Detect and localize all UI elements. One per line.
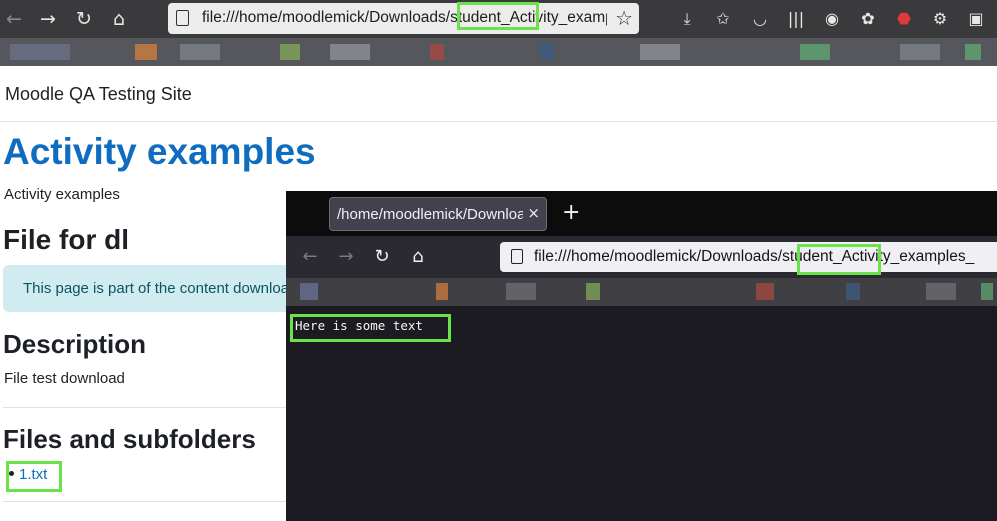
library-icon[interactable]: |||: [784, 5, 808, 33]
alert-text: This page is part of the content downloa…: [23, 280, 298, 297]
new-tab-icon[interactable]: +: [562, 200, 580, 225]
bookmarks-toolbar: [0, 38, 997, 66]
popup-tab[interactable]: /home/moodlemick/Downloads/student_Activ…: [329, 197, 547, 231]
info-alert: This page is part of the content downloa…: [3, 265, 303, 312]
extension-globe-icon[interactable]: ◉: [820, 5, 844, 33]
popup-content-area: Here is some text: [286, 306, 997, 521]
address-bar[interactable]: file:///home/moodlemick/Downloads/studen…: [168, 3, 639, 34]
download-icon[interactable]: ⤓: [675, 5, 699, 33]
popup-address-bar[interactable]: file:///home/moodlemick/Downloads/studen…: [500, 242, 997, 272]
popup-url-text[interactable]: file:///home/moodlemick/Downloads/studen…: [534, 248, 974, 266]
page-icon: [176, 10, 189, 26]
breadcrumb[interactable]: Activity examples: [4, 186, 120, 203]
highlight-box-popup-url: [797, 244, 881, 275]
bookmark-star-icon[interactable]: ☆: [615, 6, 633, 30]
browser-toolbar: ← → ↻ ⌂ file:///home/moodlemick/Download…: [0, 0, 997, 38]
header-divider: [0, 121, 997, 122]
site-name[interactable]: Moodle QA Testing Site: [5, 84, 192, 105]
home-icon[interactable]: ⌂: [105, 5, 133, 33]
popup-page-icon: [511, 249, 523, 264]
pocket-icon[interactable]: ◡: [748, 5, 772, 33]
popup-browser-window[interactable]: /home/moodlemick/Downloads/student_Activ…: [286, 191, 997, 521]
close-tab-icon[interactable]: ×: [527, 204, 540, 222]
popup-home-icon[interactable]: ⌂: [404, 243, 432, 271]
back-icon[interactable]: ←: [0, 5, 28, 33]
highlight-box-file: [6, 461, 62, 492]
url-text[interactable]: file:///home/moodlemick/Downloads/studen…: [202, 9, 607, 27]
highlight-box-text: [290, 314, 451, 342]
adblock-icon[interactable]: ⬣: [892, 5, 916, 33]
popup-reload-icon[interactable]: ↻: [368, 243, 396, 271]
popup-toolbar: ← → ↻ ⌂ file:///home/moodlemick/Download…: [286, 236, 997, 278]
popup-tab-title: /home/moodlemick/Downloads/student_Activ…: [337, 206, 523, 223]
popup-forward-icon[interactable]: →: [332, 243, 360, 271]
section-divider: [3, 501, 293, 502]
reading-list-icon[interactable]: ✩: [711, 5, 735, 33]
description-heading: Description: [3, 329, 147, 359]
profile-icon[interactable]: ▣: [964, 5, 988, 33]
popup-tab-bar: /home/moodlemick/Downloads/student_Activ…: [286, 191, 997, 236]
popup-bookmarks-toolbar: [286, 278, 997, 306]
activity-heading: File for dl: [3, 224, 129, 255]
files-heading: Files and subfolders: [3, 424, 256, 454]
popup-back-icon[interactable]: ←: [296, 243, 324, 271]
section-divider: [3, 407, 293, 408]
highlight-box-url: [457, 2, 539, 30]
reload-icon[interactable]: ↻: [70, 5, 98, 33]
settings-gear-icon[interactable]: ⚙: [928, 5, 952, 33]
page-title: Activity examples: [3, 131, 316, 172]
extension-palette-icon[interactable]: ✿: [856, 5, 880, 33]
description-text: File test download: [4, 370, 125, 387]
forward-icon[interactable]: →: [34, 5, 62, 33]
